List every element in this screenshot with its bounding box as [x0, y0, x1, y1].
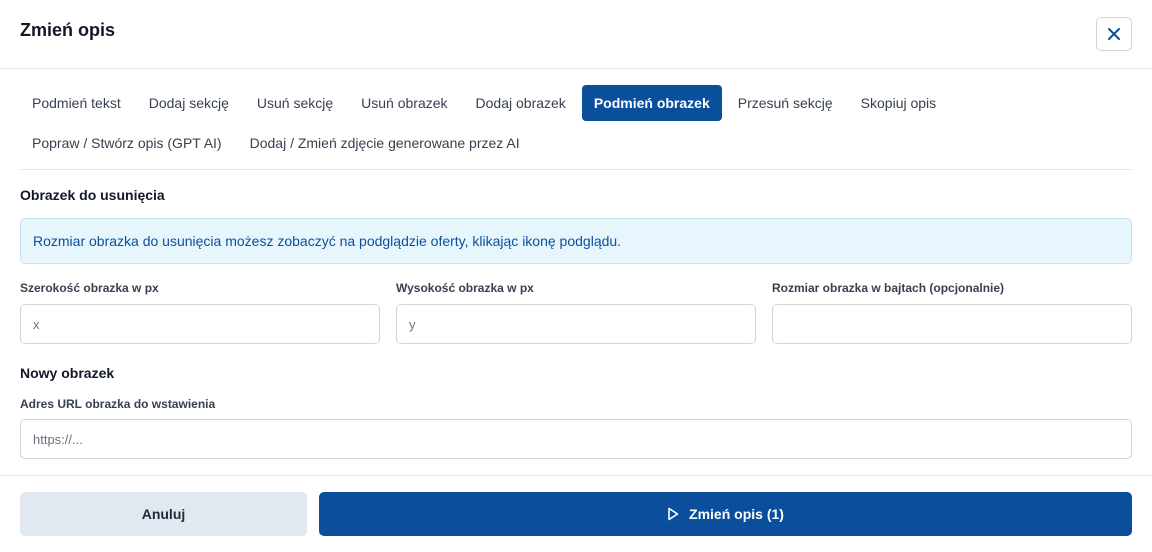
- tab-add-section[interactable]: Dodaj sekcję: [137, 85, 241, 121]
- tab-row-2: Popraw / Stwórz opis (GPT AI) Dodaj / Zm…: [20, 125, 1132, 161]
- tab-remove-image[interactable]: Usuń obrazek: [349, 85, 459, 121]
- tab-row-1: Podmień tekst Dodaj sekcję Usuń sekcję U…: [20, 85, 1132, 121]
- height-label: Wysokość obrazka w px: [396, 281, 534, 295]
- dialog-header: Zmień opis: [0, 0, 1152, 69]
- close-button[interactable]: [1096, 17, 1132, 51]
- tab-replace-image[interactable]: Podmień obrazek: [581, 85, 722, 121]
- tab-gpt-description[interactable]: Popraw / Stwórz opis (GPT AI): [20, 125, 234, 161]
- tab-move-section[interactable]: Przesuń sekcję: [726, 85, 845, 121]
- size-label: Rozmiar obrazka w bajtach (opcjonalnie): [772, 281, 1005, 295]
- tab-ai-image[interactable]: Dodaj / Zmień zdjęcie generowane przez A…: [238, 125, 532, 161]
- url-label: Adres URL obrazka do wstawienia: [20, 397, 216, 411]
- height-input[interactable]: [396, 304, 756, 344]
- tab-remove-section[interactable]: Usuń sekcję: [245, 85, 345, 121]
- url-input[interactable]: [20, 419, 1132, 459]
- new-image-section-title: Nowy obrazek: [20, 365, 115, 381]
- tabs-divider: [20, 169, 1132, 170]
- cancel-button[interactable]: Anuluj: [20, 492, 307, 536]
- width-input[interactable]: [20, 304, 380, 344]
- width-label: Szerokość obrazka w px: [20, 281, 159, 295]
- play-outline-icon: [667, 507, 679, 521]
- submit-label: Zmień opis (1): [689, 506, 784, 522]
- remove-image-section-title: Obrazek do usunięcia: [20, 187, 165, 203]
- dialog-title: Zmień opis: [20, 20, 116, 40]
- action-tabs: Podmień tekst Dodaj sekcję Usuń sekcję U…: [20, 85, 1132, 165]
- tab-copy-description[interactable]: Skopiuj opis: [849, 85, 949, 121]
- tab-add-image[interactable]: Dodaj obrazek: [464, 85, 578, 121]
- tab-replace-text[interactable]: Podmień tekst: [20, 85, 133, 121]
- size-input[interactable]: [772, 304, 1132, 344]
- info-alert: Rozmiar obrazka do usunięcia możesz zoba…: [20, 218, 1132, 264]
- close-icon: [1108, 28, 1120, 40]
- dialog-footer: Anuluj Zmień opis (1): [0, 475, 1152, 552]
- submit-button[interactable]: Zmień opis (1): [319, 492, 1132, 536]
